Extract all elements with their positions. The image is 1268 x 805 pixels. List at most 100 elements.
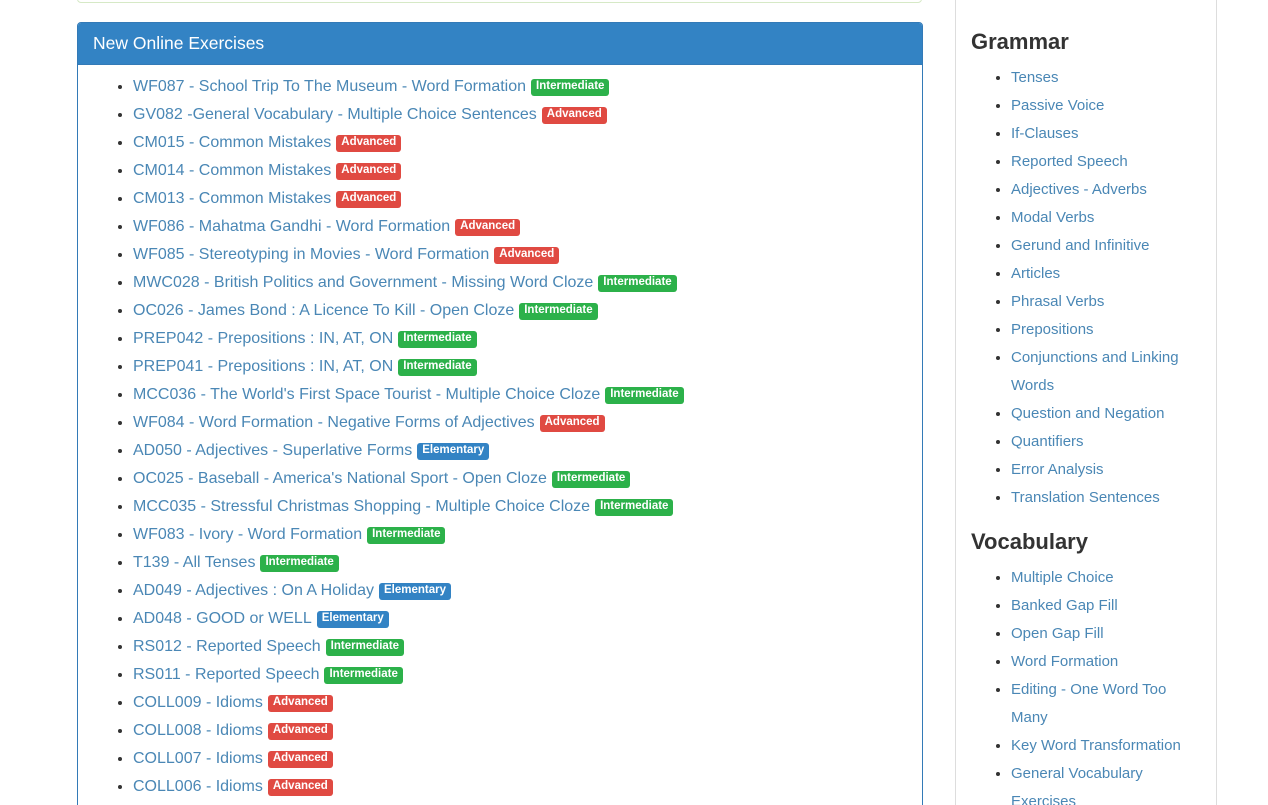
sidebar-list-item: General Vocabulary Exercises <box>1011 760 1201 805</box>
sidebar-section-list: Multiple Choice Banked Gap Fill Open Gap F… <box>971 564 1201 805</box>
sidebar-link-key-word-transformation[interactable]: Key Word Transformation <box>1011 737 1181 754</box>
exercise-link[interactable]: CM015 - Common Mistakes <box>133 134 331 151</box>
sidebar-list-item: Banked Gap Fill <box>1011 592 1201 620</box>
page-title: New Online Exercises <box>93 33 907 54</box>
sidebar-link-word-formation[interactable]: Word Formation <box>1011 653 1118 670</box>
sidebar-list-item: Articles <box>1011 260 1201 288</box>
exercise-list-item: AD050 - Adjectives - Superlative FormsEl… <box>133 437 907 465</box>
exercise-link[interactable]: PREP041 - Prepositions : IN, AT, ON <box>133 358 393 375</box>
exercise-link[interactable]: RS012 - Reported Speech <box>133 638 321 655</box>
card-body: WF087 - School Trip To The Museum - Word… <box>78 65 922 805</box>
exercise-list-item: CM013 - Common Mistakes Advanced <box>133 185 907 213</box>
card-header: New Online Exercises <box>78 23 922 65</box>
exercise-link[interactable]: OC026 - James Bond : A Licence To Kill -… <box>133 302 514 319</box>
exercise-list-item: RS012 - Reported Speech Intermediate <box>133 633 907 661</box>
exercise-list-item: COLL008 - IdiomsAdvanced <box>133 717 907 745</box>
level-badge: Intermediate <box>595 499 673 516</box>
sidebar-list-item: Error Analysis <box>1011 456 1201 484</box>
level-badge: Advanced <box>542 107 607 124</box>
exercise-list-item: AD048 - GOOD or WELLElementary <box>133 605 907 633</box>
exercise-link[interactable]: AD050 - Adjectives - Superlative Forms <box>133 442 412 459</box>
sidebar-link-adjectives-adverbs[interactable]: Adjectives - Adverbs <box>1011 181 1147 198</box>
exercise-link[interactable]: WF085 - Stereotyping in Movies - Word Fo… <box>133 246 489 263</box>
exercise-list-item: COLL009 - IdiomsAdvanced <box>133 689 907 717</box>
previous-panel-bottom-edge <box>77 0 922 3</box>
exercise-link[interactable]: COLL006 - Idioms <box>133 778 263 795</box>
level-badge: Intermediate <box>324 667 402 684</box>
sidebar-link-open-gap-fill[interactable]: Open Gap Fill <box>1011 625 1104 642</box>
exercise-list-item: WF086 - Mahatma Gandhi - Word FormationA… <box>133 213 907 241</box>
exercise-link[interactable]: AD049 - Adjectives : On A Holiday <box>133 582 374 599</box>
sidebar-link-passive-voice[interactable]: Passive Voice <box>1011 97 1104 114</box>
exercise-list-item: WF087 - School Trip To The Museum - Word… <box>133 73 907 101</box>
sidebar-link-conjunctions-and-linking-words[interactable]: Conjunctions and Linking Words <box>1011 349 1179 394</box>
sidebar-list-item: Phrasal Verbs <box>1011 288 1201 316</box>
sidebar-link-modal-verbs[interactable]: Modal Verbs <box>1011 209 1094 226</box>
exercise-link[interactable]: WF087 - School Trip To The Museum - Word… <box>133 78 526 95</box>
exercise-link[interactable]: CM013 - Common Mistakes <box>133 190 331 207</box>
level-badge: Intermediate <box>260 555 338 572</box>
sidebar-link-general-vocabulary-exercises[interactable]: General Vocabulary Exercises <box>1011 765 1143 805</box>
exercise-link[interactable]: GV082 -General Vocabulary - Multiple Cho… <box>133 106 537 123</box>
sidebar-link-gerund-and-infinitive[interactable]: Gerund and Infinitive <box>1011 237 1149 254</box>
sidebar-list-item: If-Clauses <box>1011 120 1201 148</box>
page-root: New Online Exercises WF087 - School Trip… <box>0 0 1268 805</box>
sidebar-link-prepositions[interactable]: Prepositions <box>1011 321 1094 338</box>
exercise-link[interactable]: MWC028 - British Politics and Government… <box>133 274 593 291</box>
level-badge: Intermediate <box>326 639 404 656</box>
exercise-list: WF087 - School Trip To The Museum - Word… <box>93 73 907 801</box>
exercise-link[interactable]: WF086 - Mahatma Gandhi - Word Formation <box>133 218 450 235</box>
level-badge: Advanced <box>336 135 401 152</box>
sidebar: GrammarTensesPassive VoiceIf-ClausesRepo… <box>955 0 1217 805</box>
sidebar-link-translation-sentences[interactable]: Translation Sentences <box>1011 489 1160 506</box>
exercise-link[interactable]: COLL007 - Idioms <box>133 750 263 767</box>
sidebar-link-question-and-negation[interactable]: Question and Negation <box>1011 405 1164 422</box>
sidebar-link-quantifiers[interactable]: Quantifiers <box>1011 433 1084 450</box>
exercise-link[interactable]: COLL008 - Idioms <box>133 722 263 739</box>
sidebar-list-item: Modal Verbs <box>1011 204 1201 232</box>
sidebar-link-error-analysis[interactable]: Error Analysis <box>1011 461 1104 478</box>
level-badge: Advanced <box>268 751 333 768</box>
level-badge: Advanced <box>336 191 401 208</box>
exercise-link[interactable]: AD048 - GOOD or WELL <box>133 610 312 627</box>
exercise-list-item: GV082 -General Vocabulary - Multiple Cho… <box>133 101 907 129</box>
sidebar-list-item: Reported Speech <box>1011 148 1201 176</box>
exercise-link[interactable]: T139 - All Tenses <box>133 554 255 571</box>
level-badge: Intermediate <box>598 275 676 292</box>
exercise-list-item: PREP041 - Prepositions : IN, AT, ONInter… <box>133 353 907 381</box>
exercise-list-item: MCC035 - Stressful Christmas Shopping - … <box>133 493 907 521</box>
sidebar-link-articles[interactable]: Articles <box>1011 265 1060 282</box>
exercise-link[interactable]: RS011 - Reported Speech <box>133 666 319 683</box>
sidebar-list-item: Tenses <box>1011 64 1201 92</box>
sidebar-link-multiple-choice[interactable]: Multiple Choice <box>1011 569 1114 586</box>
sidebar-link-reported-speech[interactable]: Reported Speech <box>1011 153 1128 170</box>
level-badge: Advanced <box>336 163 401 180</box>
sidebar-link-phrasal-verbs[interactable]: Phrasal Verbs <box>1011 293 1104 310</box>
exercise-link[interactable]: OC025 - Baseball - America's National Sp… <box>133 470 547 487</box>
sidebar-link-tenses[interactable]: Tenses <box>1011 69 1059 86</box>
exercise-list-item: OC025 - Baseball - America's National Sp… <box>133 465 907 493</box>
exercise-list-item: MWC028 - British Politics and Government… <box>133 269 907 297</box>
sidebar-list-item: Open Gap Fill <box>1011 620 1201 648</box>
exercise-link[interactable]: PREP042 - Prepositions : IN, AT, ON <box>133 330 393 347</box>
level-badge: Elementary <box>379 583 451 600</box>
level-badge: Intermediate <box>367 527 445 544</box>
sidebar-link-banked-gap-fill[interactable]: Banked Gap Fill <box>1011 597 1118 614</box>
level-badge: Intermediate <box>552 471 630 488</box>
exercise-list-item: T139 - All Tenses Intermediate <box>133 549 907 577</box>
categories-panel-body: GrammarTensesPassive VoiceIf-ClausesRepo… <box>956 0 1216 805</box>
exercise-list-item: MCC036 - The World's First Space Tourist… <box>133 381 907 409</box>
exercise-link[interactable]: WF083 - Ivory - Word Formation <box>133 526 362 543</box>
sidebar-list-item: Word Formation <box>1011 648 1201 676</box>
sidebar-link-editing-one-word-too-many[interactable]: Editing - One Word Too Many <box>1011 681 1166 726</box>
exercise-link[interactable]: CM014 - Common Mistakes <box>133 162 331 179</box>
exercise-link[interactable]: MCC036 - The World's First Space Tourist… <box>133 386 600 403</box>
level-badge: Intermediate <box>398 331 476 348</box>
sidebar-list-item: Multiple Choice <box>1011 564 1201 592</box>
exercise-link[interactable]: MCC035 - Stressful Christmas Shopping - … <box>133 498 590 515</box>
exercise-link[interactable]: COLL009 - Idioms <box>133 694 263 711</box>
sidebar-list-item: Passive Voice <box>1011 92 1201 120</box>
sidebar-link-if-clauses[interactable]: If-Clauses <box>1011 125 1079 142</box>
sidebar-list-item: Translation Sentences <box>1011 484 1201 512</box>
exercise-link[interactable]: WF084 - Word Formation - Negative Forms … <box>133 414 535 431</box>
